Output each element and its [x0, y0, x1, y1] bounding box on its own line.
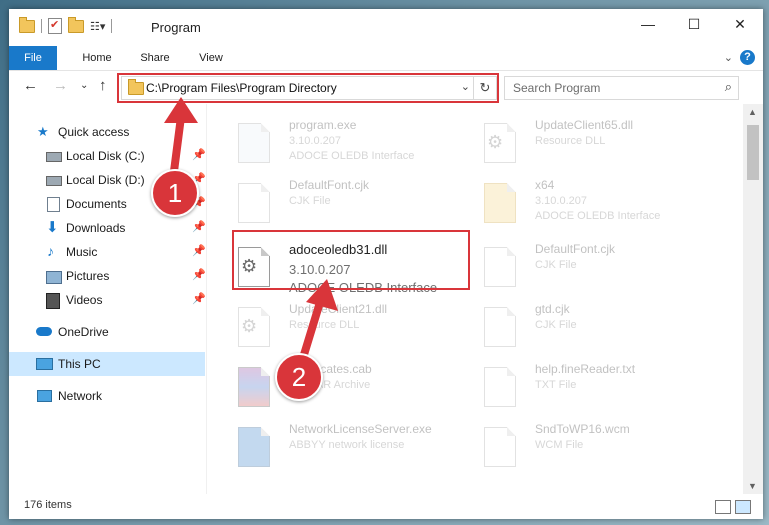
callout-arrowhead-1 [164, 97, 198, 123]
callout-badge-2: 2 [275, 353, 323, 401]
callout-badge-1: 1 [151, 169, 199, 217]
callout-arrows [164, 97, 338, 375]
callout-arrowhead-2 [306, 279, 338, 311]
explorer-window: ☷▾ Program — ☐ ✕ File Home Share View ⌄ … [9, 9, 763, 519]
